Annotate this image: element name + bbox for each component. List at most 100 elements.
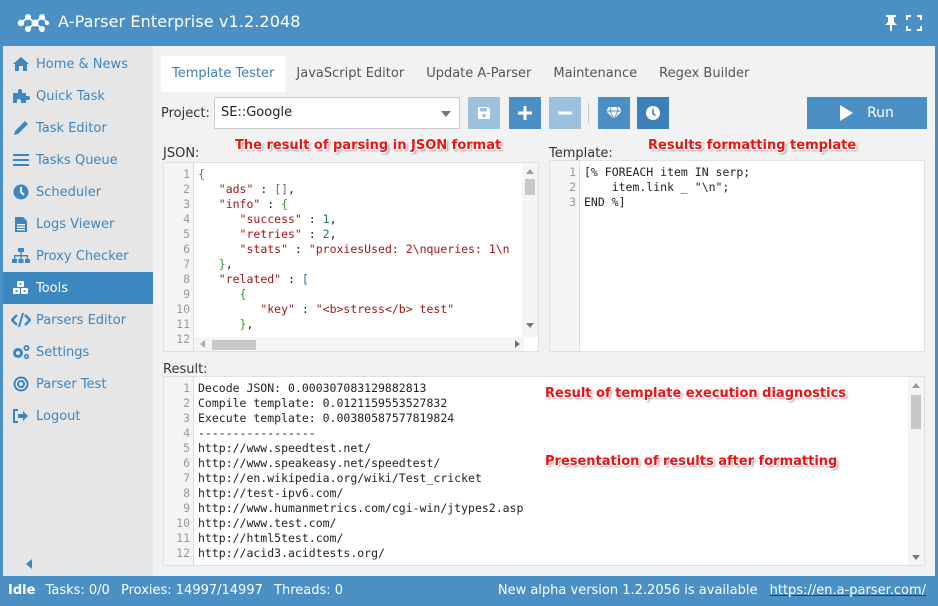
json-editor[interactable]: 1{ 2 "ads" : [], 3 "info" : { 4 "success…	[163, 162, 539, 352]
sidebar-item-task-editor[interactable]: Task Editor	[3, 112, 153, 144]
pencil-icon	[11, 118, 31, 138]
toolbar-divider	[588, 103, 589, 123]
add-button[interactable]	[509, 97, 541, 129]
sidebar-item-label: Parser Test	[36, 376, 107, 392]
save-button[interactable]	[468, 97, 500, 129]
result-line: http://test-ipv6.com/	[198, 486, 344, 500]
scroll-left-icon[interactable]	[200, 340, 205, 348]
code-line: "stats" : "proxiesUsed: 2\nqueries: 1\n	[239, 242, 510, 256]
file-icon	[11, 214, 31, 234]
project-select-value: SE::Google	[221, 105, 293, 120]
result-label: Result:	[163, 362, 208, 377]
result-line: http://html5test.com/	[198, 531, 344, 545]
sidebar-item-label: Quick Task	[36, 88, 105, 104]
app-title: A-Parser Enterprise v1.2.2048	[58, 12, 301, 31]
status-tasks: Tasks: 0/0	[45, 583, 110, 598]
pin-icon[interactable]	[882, 14, 900, 32]
collapse-sidebar-icon[interactable]	[26, 559, 32, 569]
main-content: Template Tester JavaScript Editor Update…	[153, 46, 935, 576]
history-button[interactable]	[637, 97, 669, 129]
sidebar-item-settings[interactable]: Settings	[3, 336, 153, 368]
scroll-down-icon[interactable]	[912, 555, 920, 560]
result-editor[interactable]: 1 Decode JSON: 0.000307083129882813 2 Comp…	[163, 376, 925, 566]
sidebar-item-label: Home & News	[36, 56, 128, 72]
sidebar-item-tasks-queue[interactable]: Tasks Queue	[3, 144, 153, 176]
result-line: http://www.test.com/	[198, 516, 337, 530]
tab-javascript-editor[interactable]: JavaScript Editor	[285, 56, 415, 92]
sidebar-item-quick-task[interactable]: Quick Task	[3, 80, 153, 112]
target-icon	[11, 374, 31, 394]
tools-tabs: Template Tester JavaScript Editor Update…	[161, 56, 760, 92]
status-proxies: Proxies: 14997/14997	[120, 583, 263, 598]
tab-template-tester[interactable]: Template Tester	[161, 56, 286, 92]
cubes-icon	[11, 278, 31, 298]
result-line: Decode JSON: 0.000307083129882813	[198, 381, 427, 395]
sidebar-item-parser-test[interactable]: Parser Test	[3, 368, 153, 400]
result-line: -----------------	[198, 426, 316, 440]
status-bar: Idle Tasks: 0/0 Proxies: 14997/14997 Thr…	[0, 576, 938, 606]
code-line: "ads" : [],	[218, 182, 295, 196]
result-line: http://acid3.acidtests.org/	[198, 546, 385, 560]
fullscreen-icon[interactable]	[905, 14, 923, 32]
save-icon	[478, 107, 490, 119]
project-select[interactable]: SE::Google	[214, 97, 460, 129]
sidebar-item-scheduler[interactable]: Scheduler	[3, 176, 153, 208]
result-lines: 1 Decode JSON: 0.000307083129882813 2 Comp…	[176, 381, 524, 560]
sidebar: Home & News Quick Task Task Editor Tasks…	[3, 46, 153, 576]
status-right: New alpha version 1.2.2056 is available …	[498, 583, 926, 598]
template-label: Template:	[549, 146, 613, 161]
scrollbar-thumb[interactable]	[911, 395, 921, 429]
json-horizontal-scrollbar[interactable]	[194, 337, 524, 351]
tab-regex-builder[interactable]: Regex Builder	[648, 56, 760, 92]
code-icon	[11, 310, 31, 330]
sidebar-item-label: Parsers Editor	[36, 312, 127, 328]
website-link[interactable]: https://en.a-parser.com/	[770, 583, 926, 598]
plus-icon	[518, 106, 532, 120]
template-lines: 1 [% FOREACH item IN serp; 2 item.link _ …	[569, 165, 751, 209]
sidebar-item-parsers-editor[interactable]: Parsers Editor	[3, 304, 153, 336]
sidebar-item-tools[interactable]: Tools	[3, 272, 153, 304]
scrollbar-thumb[interactable]	[212, 340, 256, 350]
tab-update-a-parser[interactable]: Update A-Parser	[415, 56, 542, 92]
sidebar-item-label: Task Editor	[36, 120, 107, 136]
list-icon	[11, 150, 31, 170]
diamond-button[interactable]	[598, 97, 630, 129]
code-line: "success" : 1,	[239, 212, 337, 226]
home-icon	[11, 54, 31, 74]
scroll-down-icon[interactable]	[526, 323, 534, 328]
json-vertical-scrollbar[interactable]	[522, 163, 538, 337]
remove-button[interactable]	[549, 97, 581, 129]
sign-out-icon	[11, 406, 31, 426]
template-editor[interactable]: 1 [% FOREACH item IN serp; 2 item.link _ …	[549, 160, 925, 352]
tab-maintenance[interactable]: Maintenance	[542, 56, 648, 92]
scroll-right-icon[interactable]	[515, 340, 520, 348]
result-line: http://www.speedtest.net/	[198, 441, 372, 455]
project-label: Project:	[161, 106, 210, 121]
clock-icon	[11, 182, 31, 202]
sidebar-item-logs-viewer[interactable]: Logs Viewer	[3, 208, 153, 240]
template-annotation: Results formatting template	[648, 138, 857, 153]
result-line: Execute template: 0.00380587577819824	[198, 411, 455, 425]
sidebar-item-logout[interactable]: Logout	[3, 400, 153, 432]
sidebar-item-label: Tools	[36, 280, 69, 296]
code-line: [% FOREACH item IN serp;	[584, 165, 751, 179]
cogs-icon	[11, 342, 31, 362]
result-vertical-scrollbar[interactable]	[908, 377, 924, 565]
run-button[interactable]: Run	[807, 97, 927, 129]
scroll-up-icon[interactable]	[526, 169, 534, 174]
result-line: http://en.wikipedia.org/wiki/Test_cricke…	[198, 471, 482, 485]
sidebar-item-label: Scheduler	[36, 184, 102, 200]
sidebar-item-label: Proxy Checker	[36, 248, 129, 264]
presentation-annotation: Presentation of results after formatting	[545, 454, 838, 469]
sidebar-item-proxy-checker[interactable]: Proxy Checker	[3, 240, 153, 272]
json-lines: 1{ 2 "ads" : [], 3 "info" : { 4 "success…	[176, 167, 510, 346]
chevron-down-icon	[441, 111, 451, 117]
code-line: item.link _ "\n";	[584, 180, 730, 194]
sidebar-item-home-news[interactable]: Home & News	[3, 48, 153, 80]
scrollbar-thumb[interactable]	[525, 179, 535, 195]
json-annotation: The result of parsing in JSON format	[235, 138, 502, 153]
code-line: END %]	[584, 195, 626, 209]
diamond-icon	[606, 106, 622, 120]
sidebar-item-label: Settings	[36, 344, 90, 360]
scroll-up-icon[interactable]	[912, 383, 920, 388]
